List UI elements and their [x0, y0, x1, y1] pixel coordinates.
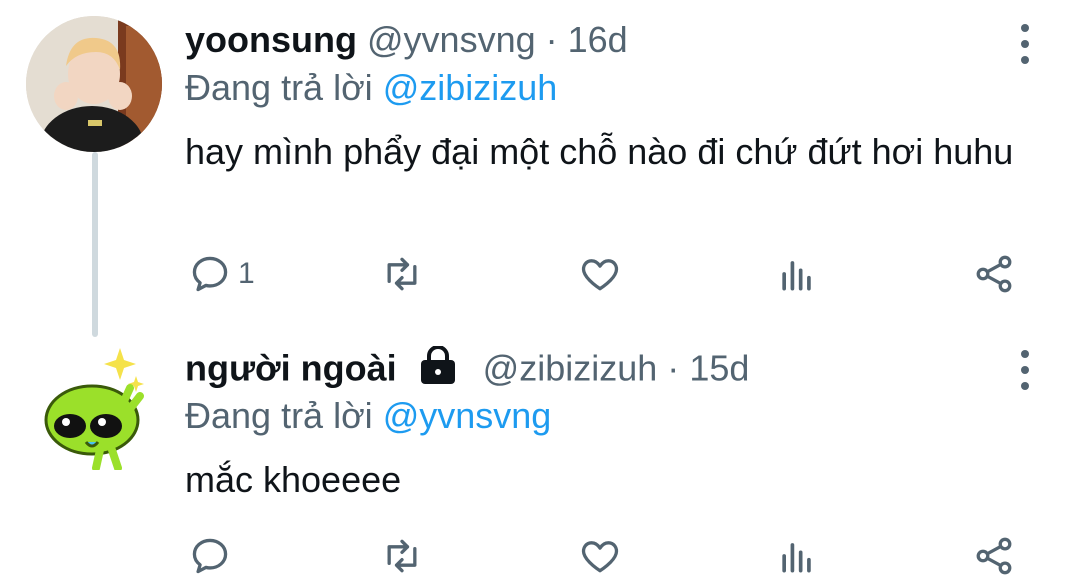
views-button[interactable] — [775, 250, 819, 298]
thread-line — [92, 152, 98, 337]
avatar[interactable] — [40, 340, 150, 470]
retweet-icon — [387, 539, 417, 573]
reply-button[interactable]: 1 — [188, 250, 255, 298]
avatar[interactable] — [26, 16, 162, 152]
handle[interactable]: @zibizizuh — [483, 348, 658, 389]
reply-count: 1 — [238, 257, 255, 290]
replying-to-label: Đang trả lời — [185, 395, 373, 436]
display-name[interactable]: người ngoài — [185, 348, 397, 389]
handle[interactable]: @yvnsvng — [367, 19, 536, 60]
person-photo-avatar-icon — [26, 16, 162, 152]
like-button[interactable] — [578, 250, 622, 298]
retweet-button[interactable] — [380, 532, 424, 580]
like-button[interactable] — [578, 532, 622, 580]
tweet-text: hay mình phẩy đại một chỗ nào đi chứ đứt… — [185, 131, 1014, 172]
timestamp[interactable]: 16d — [568, 19, 628, 60]
analytics-icon — [782, 261, 811, 291]
reply-mention[interactable]: @yvnsvng — [383, 395, 552, 436]
more-options-icon[interactable] — [1010, 24, 1040, 64]
reply-button[interactable] — [188, 532, 238, 580]
lock-icon — [417, 345, 459, 396]
action-bar: 1 — [180, 250, 1040, 298]
timestamp[interactable]: 15d — [689, 348, 749, 389]
share-button[interactable] — [972, 250, 1016, 298]
reply-icon — [192, 538, 228, 574]
retweet-icon — [387, 257, 417, 291]
analytics-icon — [782, 543, 811, 573]
replying-to: Đang trả lời @zibizizuh — [185, 66, 557, 110]
display-name[interactable]: yoonsung — [185, 19, 357, 60]
retweet-button[interactable] — [380, 250, 424, 298]
action-bar — [180, 532, 1040, 580]
reply-icon — [192, 256, 228, 292]
share-icon — [976, 255, 1012, 293]
tweet-header: người ngoài @zibizizuh · 15d — [185, 345, 749, 396]
green-alien-avatar-icon — [44, 348, 144, 470]
views-button[interactable] — [775, 532, 819, 580]
replying-to-label: Đang trả lời — [185, 67, 373, 108]
replying-to: Đang trả lời @yvnsvng — [185, 394, 551, 438]
separator: · — [667, 347, 680, 389]
heart-icon — [581, 259, 619, 291]
tweet-text: mắc khoeeee — [185, 459, 402, 500]
share-button[interactable] — [972, 532, 1016, 580]
share-icon — [976, 537, 1012, 575]
tweet-header: yoonsung @yvnsvng · 16d — [185, 18, 628, 62]
reply-mention[interactable]: @zibizizuh — [383, 67, 558, 108]
more-options-icon[interactable] — [1010, 350, 1040, 390]
heart-icon — [581, 541, 619, 573]
separator: · — [545, 19, 558, 60]
